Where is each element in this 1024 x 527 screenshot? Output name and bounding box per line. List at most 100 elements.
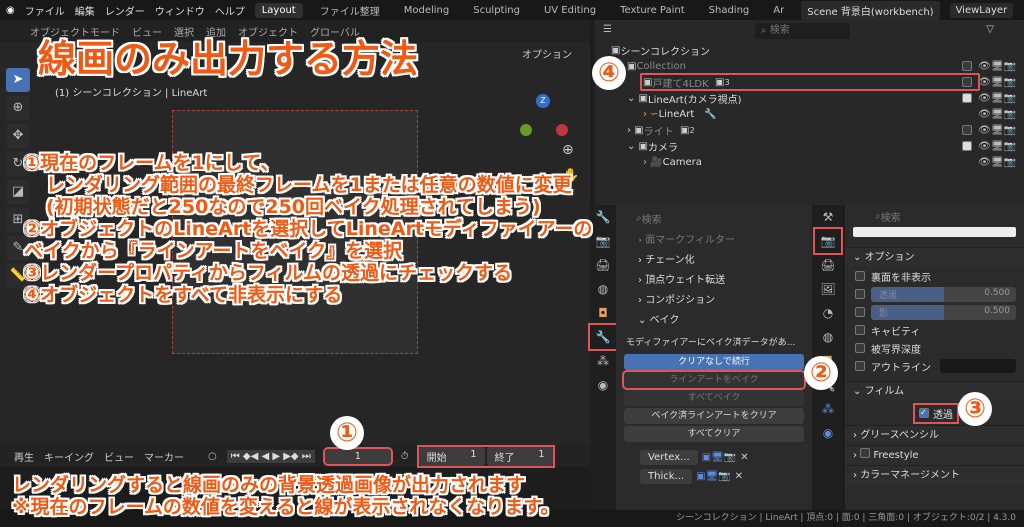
blender-logo-icon[interactable]: ◉ <box>6 5 15 16</box>
outliner-row-collection[interactable]: ▣ Collection 👁🖥📷 <box>595 58 1024 74</box>
properties-tabs-left: 🔧 📷 🖨 ◍ ◘ 🔧 ⁂ ◉ <box>588 205 618 510</box>
playback-controls-icon[interactable]: ⏮ ◆◀ ◀ ▶ ▶◆ ⏭ <box>226 449 315 463</box>
output-icon[interactable]: 🖨 <box>590 253 616 277</box>
navigation-gizmo[interactable]: Z <box>516 94 576 144</box>
view-layer-icon[interactable]: 🖼 <box>815 277 841 301</box>
outliner-row-light[interactable]: › ▣ ライト ▣ 2 👁🖥📷 <box>595 122 1024 138</box>
tab-uv-editing[interactable]: UV Editing <box>537 3 603 18</box>
item-label: 面マークフィルター <box>645 235 735 246</box>
vertex-weight-transfer[interactable]: › 頂点ウェイト転送 <box>616 271 812 291</box>
step-2b: ベイクから『ラインアートをベイク』を選択 <box>24 240 403 262</box>
bake-all-button[interactable]: すべてベイク <box>624 390 804 406</box>
tab-modeling[interactable]: Modeling <box>397 3 457 18</box>
bake-lineart-button[interactable]: ラインアートをベイク <box>622 370 806 390</box>
scene-selector[interactable]: Scene 背景白(workbench) <box>801 0 940 20</box>
output-icon[interactable]: 🖨 <box>815 253 841 277</box>
search-placeholder: 検索 <box>769 25 790 36</box>
menu-marker[interactable]: マーカー <box>144 449 184 464</box>
world-icon[interactable]: ◍ <box>590 277 616 301</box>
display-mode-icon[interactable]: ☰ <box>603 24 612 35</box>
tool-icon[interactable]: 🔧 <box>590 205 616 229</box>
tool-icon[interactable]: ⚒ <box>815 205 841 229</box>
annotation-title: 線画のみ出力する方法 <box>38 37 419 81</box>
tab-texture-paint[interactable]: Texture Paint <box>613 3 692 18</box>
particles-icon[interactable]: ⁂ <box>590 349 616 373</box>
tab-file-org[interactable]: ファイル整理 <box>313 1 387 20</box>
menu-help[interactable]: ヘルプ <box>215 3 245 18</box>
modifier-name[interactable]: Vertex... <box>640 450 698 465</box>
clear-all-button[interactable]: すべてクリア <box>624 426 804 442</box>
color-management-section[interactable]: › カラーマネージメント <box>845 465 1024 485</box>
options-section[interactable]: ⌄ オプション <box>845 247 1024 267</box>
modifier-search[interactable]: ⌕ 検索 <box>616 205 812 231</box>
outline-row[interactable]: アウトライン <box>845 357 1024 375</box>
modifier-icon[interactable]: 🔧 <box>588 323 618 351</box>
bake-section[interactable]: ⌄ ベイク <box>616 311 812 331</box>
film-section[interactable]: ⌄ フィルム <box>845 381 1024 401</box>
composition[interactable]: › コンポジション <box>616 291 812 311</box>
step-1b: レンダリング範囲の最終フレームを1または任意の数値に変更 <box>46 174 572 196</box>
view-layer-selector[interactable]: ViewLayer <box>949 2 1014 18</box>
outliner-row-lineart-collection[interactable]: ⌄ ▣ LineArt(カメラ視点) 👁🖥📷 <box>595 90 1024 106</box>
filter-icon[interactable]: ▽ <box>986 24 994 35</box>
exclude-checkbox[interactable] <box>962 124 973 135</box>
end-frame-field[interactable]: 終了 1 <box>486 446 553 466</box>
tab-animation[interactable]: Ar <box>766 3 791 18</box>
tab-shading[interactable]: Shading <box>702 3 757 18</box>
cavity-row[interactable]: キャビティ <box>845 321 1024 339</box>
exclude-checkbox[interactable] <box>962 60 973 71</box>
scene-icon[interactable]: ◔ <box>815 301 841 325</box>
outliner-row-lineart[interactable]: › ∽ LineArt 🔧 👁🖥📷 <box>595 106 1024 122</box>
continue-without-clear-button[interactable]: クリアなしで続行 <box>624 354 804 370</box>
outliner-row-camera-collection[interactable]: ⌄ ▣ カメラ 👁🖥📷 <box>595 138 1024 154</box>
film-transparent-checkbox[interactable]: ✓ <box>919 408 929 418</box>
select-tool-icon[interactable]: ➤ <box>6 68 30 92</box>
menu-keying[interactable]: キーイング <box>44 449 94 464</box>
freestyle-section[interactable]: › Freestyle <box>845 445 1024 465</box>
outliner-search[interactable]: ⌕ 検索 <box>755 23 850 39</box>
current-frame-field[interactable]: 1 <box>322 446 393 466</box>
outliner-row-scene-collection[interactable]: ▣ シーンコレクション <box>595 42 1024 58</box>
world-icon[interactable]: ◍ <box>815 325 841 349</box>
collection-icon: ⌄ ▣ <box>627 140 649 152</box>
modifier-name[interactable]: Thick... <box>640 469 693 484</box>
shadow-slider[interactable]: 影 0.500 <box>871 304 1016 320</box>
options-dropdown[interactable]: オプション <box>522 46 572 61</box>
particles-icon[interactable]: ⁂ <box>815 397 841 421</box>
menu-edit[interactable]: 編集 <box>75 3 95 18</box>
render-icon[interactable]: 📷 <box>590 229 616 253</box>
render-search[interactable]: ⌕ 検索 <box>845 205 1024 227</box>
modifier-thickness[interactable]: Thick... ▣🖥📷 ✕ <box>616 469 812 484</box>
exclude-checkbox[interactable] <box>962 140 973 151</box>
film-transparent-row[interactable]: ✓ 透過 <box>845 401 1024 425</box>
modifier-vertex[interactable]: Vertex... ▣🖥📷 ✕ <box>616 450 812 465</box>
autokey-icon[interactable]: ○ <box>208 451 217 462</box>
clear-baked-lineart-button[interactable]: ベイク済ラインアートをクリア <box>624 408 804 424</box>
color-field[interactable] <box>853 227 1016 237</box>
menu-file[interactable]: ファイル <box>25 3 65 18</box>
start-frame-field[interactable]: 開始 1 <box>418 446 485 466</box>
shadow-row[interactable]: 影 0.500 <box>845 303 1024 321</box>
move-tool-icon[interactable]: ✥ <box>6 124 30 148</box>
exclude-checkbox[interactable] <box>962 92 973 103</box>
dof-row[interactable]: 被写界深度 <box>845 339 1024 357</box>
cursor-tool-icon[interactable]: ⊕ <box>6 96 30 120</box>
menu-render[interactable]: レンダー <box>105 3 145 18</box>
menu-playback[interactable]: 再生 <box>14 449 34 464</box>
tab-sculpting[interactable]: Sculpting <box>466 3 527 18</box>
outliner-row-camera[interactable]: › 🎥 Camera 👁🖥📷 <box>595 154 1024 170</box>
outline-color[interactable] <box>940 359 1016 373</box>
transparency-slider[interactable]: 透過 0.500 <box>871 286 1016 302</box>
menu-view[interactable]: ビュー <box>104 449 134 464</box>
render-icon[interactable]: 📷 <box>813 227 843 255</box>
chaining[interactable]: › チェーン化 <box>616 251 812 271</box>
xray-row[interactable]: 透過 0.500 <box>845 285 1024 303</box>
face-mark-filter[interactable]: › 面マークフィルター <box>616 231 812 251</box>
menu-window[interactable]: ウィンドウ <box>155 3 205 18</box>
physics-icon[interactable]: ◉ <box>590 373 616 397</box>
tab-layout[interactable]: Layout <box>254 2 303 18</box>
grease-pencil-section[interactable]: › グリースペンシル <box>845 425 1024 445</box>
backface-row[interactable]: 裏面を非表示 <box>845 267 1024 285</box>
physics-icon[interactable]: ◉ <box>815 421 841 445</box>
object-icon[interactable]: ◘ <box>590 301 616 325</box>
